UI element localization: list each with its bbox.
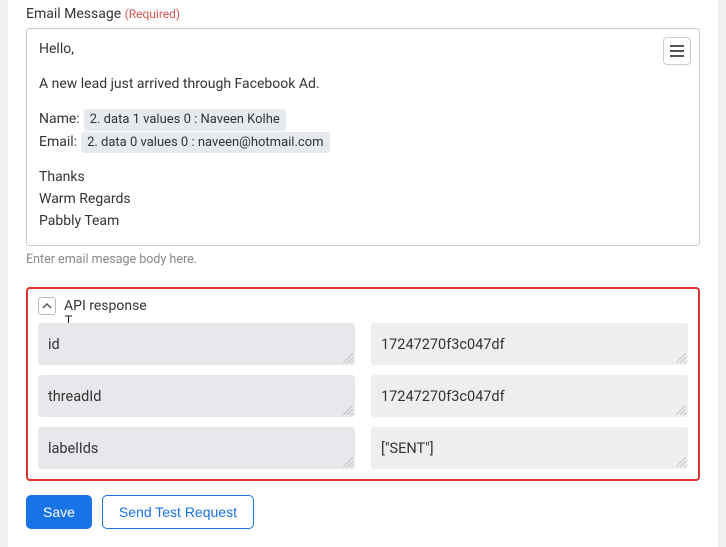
editor-content: Hello, A new lead just arrived through F… bbox=[39, 39, 687, 232]
intro-line: A new lead just arrived through Facebook… bbox=[39, 74, 687, 95]
resize-handle-icon bbox=[676, 353, 686, 363]
editor-menu-button[interactable] bbox=[663, 37, 691, 65]
resize-handle-icon bbox=[343, 457, 353, 467]
api-value-cell[interactable]: ["SENT"] bbox=[371, 427, 688, 469]
collapse-toggle[interactable] bbox=[38, 297, 56, 315]
greeting-line: Hello, bbox=[39, 39, 687, 60]
api-key-text: threadId bbox=[48, 388, 101, 405]
email-line: Email: 2. data 0 values 0 : naveen@hotma… bbox=[39, 132, 687, 154]
api-key-cell[interactable]: labelIds bbox=[38, 427, 355, 469]
api-response-header: API response bbox=[38, 297, 688, 315]
button-row: Save Send Test Request bbox=[26, 495, 700, 529]
email-token[interactable]: 2. data 0 values 0 : naveen@hotmail.com bbox=[81, 132, 329, 154]
api-key-cell[interactable]: id bbox=[38, 323, 355, 365]
email-message-label: Email Message (Required) bbox=[26, 6, 700, 22]
name-line: Name: 2. data 1 values 0 : Naveen Kolhe bbox=[39, 109, 687, 131]
api-key-text: id bbox=[48, 336, 60, 353]
label-text: Email Message bbox=[26, 6, 121, 22]
email-help-text: Enter email mesage body here. bbox=[26, 252, 700, 267]
name-label: Name: bbox=[39, 109, 80, 130]
signoff1: Thanks bbox=[39, 167, 687, 188]
send-test-request-button[interactable]: Send Test Request bbox=[102, 495, 254, 529]
name-token[interactable]: 2. data 1 values 0 : Naveen Kolhe bbox=[84, 109, 286, 131]
email-message-editor[interactable]: Hello, A new lead just arrived through F… bbox=[26, 28, 700, 246]
required-indicator: (Required) bbox=[125, 7, 180, 21]
api-row: labelIds ["SENT"] bbox=[38, 427, 688, 469]
api-row: threadId 17247270f3c047df bbox=[38, 375, 688, 417]
save-button[interactable]: Save bbox=[26, 495, 92, 529]
api-value-text: ["SENT"] bbox=[381, 440, 434, 457]
signoff3: Pabbly Team bbox=[39, 211, 687, 232]
resize-handle-icon bbox=[676, 457, 686, 467]
resize-handle-icon bbox=[676, 405, 686, 415]
form-panel: Email Message (Required) Hello, A new le… bbox=[8, 0, 718, 547]
api-value-cell[interactable]: 17247270f3c047df bbox=[371, 375, 688, 417]
api-response-section: API response id 17247270f3c047df threadI… bbox=[26, 287, 700, 481]
hamburger-icon bbox=[670, 45, 684, 57]
api-value-text: 17247270f3c047df bbox=[381, 388, 505, 405]
api-row: id 17247270f3c047df bbox=[38, 323, 688, 365]
signoff2: Warm Regards bbox=[39, 189, 687, 210]
resize-handle-icon bbox=[343, 353, 353, 363]
api-value-text: 17247270f3c047df bbox=[381, 336, 505, 353]
resize-handle-icon bbox=[343, 405, 353, 415]
api-key-text: labelIds bbox=[48, 440, 98, 457]
api-value-cell[interactable]: 17247270f3c047df bbox=[371, 323, 688, 365]
chevron-up-icon bbox=[42, 301, 52, 311]
api-key-cell[interactable]: threadId bbox=[38, 375, 355, 417]
email-label: Email: bbox=[39, 132, 77, 153]
api-response-title: API response bbox=[64, 298, 147, 314]
